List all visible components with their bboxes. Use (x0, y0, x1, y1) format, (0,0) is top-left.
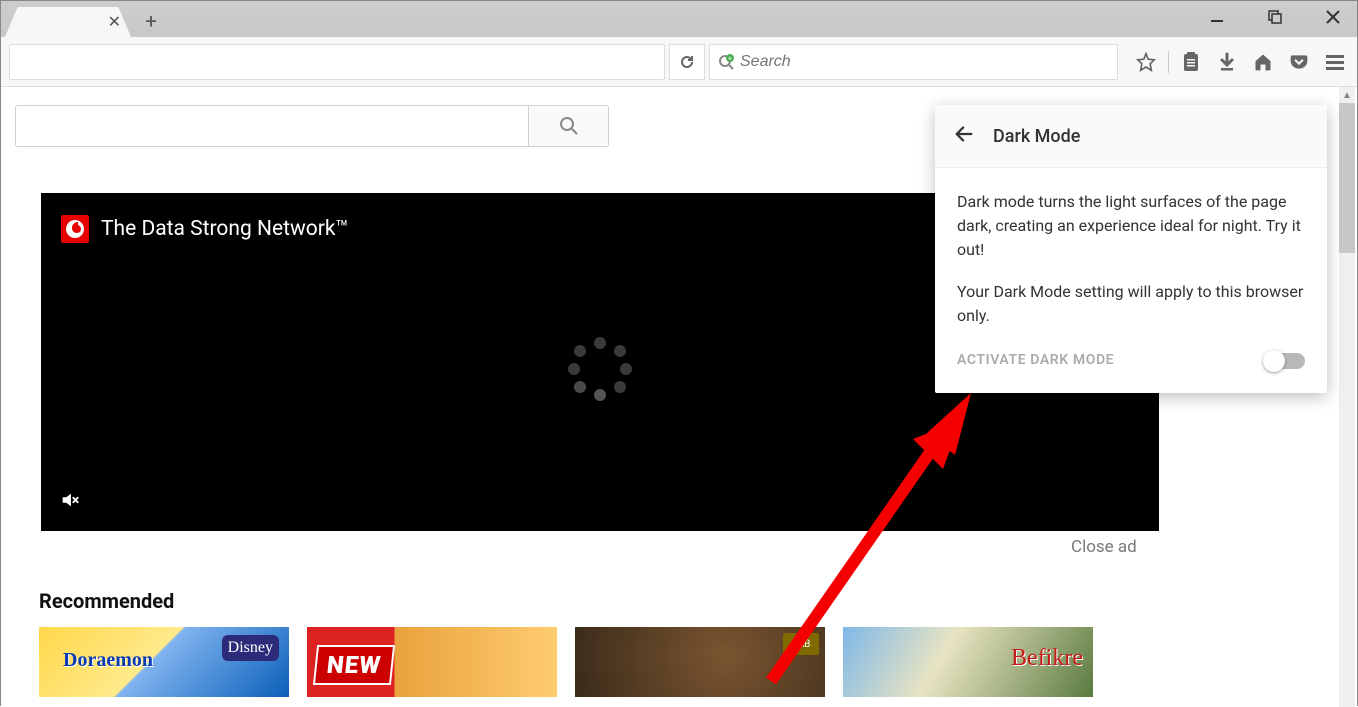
dark-mode-popup: Dark Mode Dark mode turns the light surf… (935, 105, 1327, 393)
thumbnail-befikre[interactable] (843, 627, 1093, 697)
page-content: ▲ The Data Strong Network™ Close ad Reco… (1, 87, 1357, 707)
maximize-button[interactable] (1255, 3, 1295, 31)
clipboard-icon[interactable] (1173, 44, 1209, 80)
url-bar[interactable] (9, 44, 665, 80)
browser-search-input[interactable] (740, 53, 1109, 71)
toolbar-icons (1128, 44, 1353, 80)
reload-button[interactable] (669, 44, 705, 80)
thumbnail-doraemon[interactable]: Disney (39, 627, 289, 697)
browser-search-box[interactable]: + (709, 44, 1118, 80)
svg-text:+: + (728, 55, 732, 63)
loading-spinner-icon (568, 337, 632, 401)
page-search-input[interactable] (16, 106, 528, 146)
browser-toolbar: + (1, 37, 1357, 87)
popup-description-2: Your Dark Mode setting will apply to thi… (957, 280, 1305, 328)
scrollbar[interactable]: ▲ (1339, 87, 1355, 707)
search-icon (559, 116, 579, 136)
window-controls (1197, 3, 1353, 31)
popup-header: Dark Mode (935, 105, 1327, 168)
recommended-heading: Recommended (39, 589, 174, 613)
new-badge: NEW (313, 645, 395, 685)
search-engine-icon: + (718, 54, 734, 70)
activate-row: ACTIVATE DARK MODE (957, 346, 1305, 371)
vodafone-logo-icon (61, 215, 89, 243)
download-icon[interactable] (1209, 44, 1245, 80)
page-search-bar (15, 105, 609, 147)
bookmark-star-icon[interactable] (1128, 44, 1164, 80)
dark-mode-toggle[interactable] (1265, 353, 1305, 369)
sab-badge: SAB (783, 633, 819, 655)
toolbar-separator (1168, 51, 1169, 73)
thumbnail-new[interactable]: NEW (307, 627, 557, 697)
toggle-knob-icon (1263, 350, 1285, 372)
video-title: The Data Strong Network™ (101, 217, 349, 241)
new-tab-button[interactable]: + (137, 9, 165, 33)
activate-dark-mode-label: ACTIVATE DARK MODE (957, 350, 1114, 371)
hamburger-menu-icon[interactable] (1317, 44, 1353, 80)
pocket-icon[interactable] (1281, 44, 1317, 80)
browser-tab[interactable]: ✕ (5, 7, 131, 37)
browser-titlebar: ✕ + (1, 1, 1357, 37)
popup-body: Dark mode turns the light surfaces of th… (935, 168, 1327, 393)
recommended-thumbnails: Disney NEW SAB (39, 627, 1093, 697)
disney-badge: Disney (222, 635, 279, 661)
popup-title: Dark Mode (993, 126, 1080, 147)
scrollbar-up-icon[interactable]: ▲ (1339, 87, 1355, 103)
close-ad-link[interactable]: Close ad (1071, 537, 1137, 557)
close-window-button[interactable] (1313, 3, 1353, 31)
back-arrow-icon[interactable] (953, 123, 975, 149)
scrollbar-thumb[interactable] (1339, 103, 1355, 253)
home-icon[interactable] (1245, 44, 1281, 80)
popup-description-1: Dark mode turns the light surfaces of th… (957, 190, 1305, 262)
minimize-button[interactable] (1197, 3, 1237, 31)
mute-icon[interactable] (59, 489, 81, 515)
thumbnail-sab[interactable]: SAB (575, 627, 825, 697)
tab-close-icon[interactable]: ✕ (108, 14, 121, 30)
page-search-button[interactable] (528, 106, 608, 146)
